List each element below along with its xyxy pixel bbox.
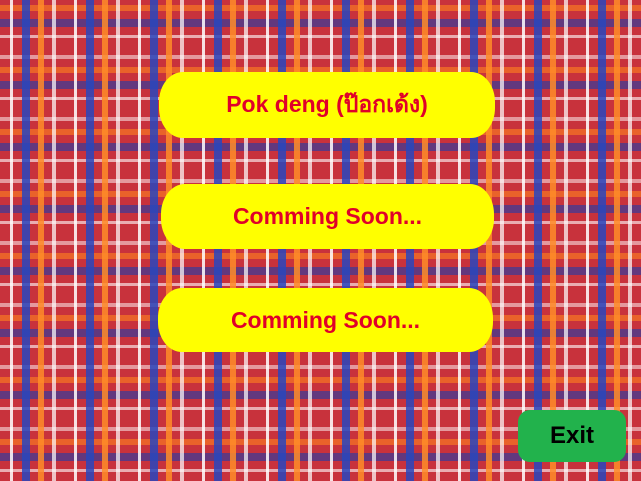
exit-button[interactable]: Exit: [518, 410, 626, 462]
coming-soon-button-2[interactable]: Comming Soon...: [158, 288, 493, 352]
pok-deng-button[interactable]: Pok deng (ป๊อกเด้ง): [159, 72, 495, 138]
coming-soon-button-1[interactable]: Comming Soon...: [161, 184, 494, 249]
